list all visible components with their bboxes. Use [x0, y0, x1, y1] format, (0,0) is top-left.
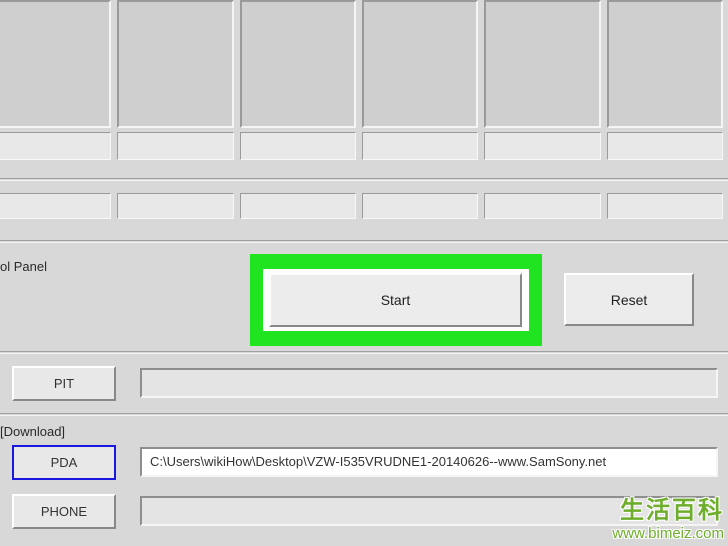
device-slot [484, 0, 600, 128]
status-cell [484, 193, 600, 219]
device-slot [607, 0, 723, 128]
status-row [0, 193, 723, 219]
status-cell [240, 193, 356, 219]
separator [0, 351, 728, 354]
device-info-cell [607, 132, 723, 160]
download-section-label: [Download] [0, 424, 65, 439]
watermark-text-bottom: www.bimeiz.com [612, 525, 724, 542]
device-info-cell [0, 132, 111, 160]
device-info-cell [484, 132, 600, 160]
pda-path-field[interactable]: C:\Users\wikiHow\Desktop\VZW-I535VRUDNE1… [140, 447, 718, 477]
device-info-cell [117, 132, 233, 160]
device-slots-row [0, 0, 723, 128]
status-cell [362, 193, 478, 219]
reset-button[interactable]: Reset [564, 273, 694, 326]
device-slot [240, 0, 356, 128]
status-cell [607, 193, 723, 219]
start-button[interactable]: Start [269, 273, 522, 327]
separator [0, 413, 728, 416]
start-highlight-frame: Start [250, 254, 542, 346]
separator [0, 240, 728, 243]
control-panel-label: ol Panel [0, 259, 47, 274]
pda-button[interactable]: PDA [12, 445, 116, 480]
device-info-cell [240, 132, 356, 160]
phone-button[interactable]: PHONE [12, 494, 116, 529]
separator [0, 178, 728, 181]
pit-button[interactable]: PIT [12, 366, 116, 401]
status-cell [117, 193, 233, 219]
device-slot [362, 0, 478, 128]
device-slot [0, 0, 111, 128]
pit-path-field[interactable] [140, 368, 718, 398]
device-info-cell [362, 132, 478, 160]
device-info-row [0, 132, 723, 160]
phone-path-field[interactable] [140, 496, 718, 526]
status-cell [0, 193, 111, 219]
device-slot [117, 0, 233, 128]
